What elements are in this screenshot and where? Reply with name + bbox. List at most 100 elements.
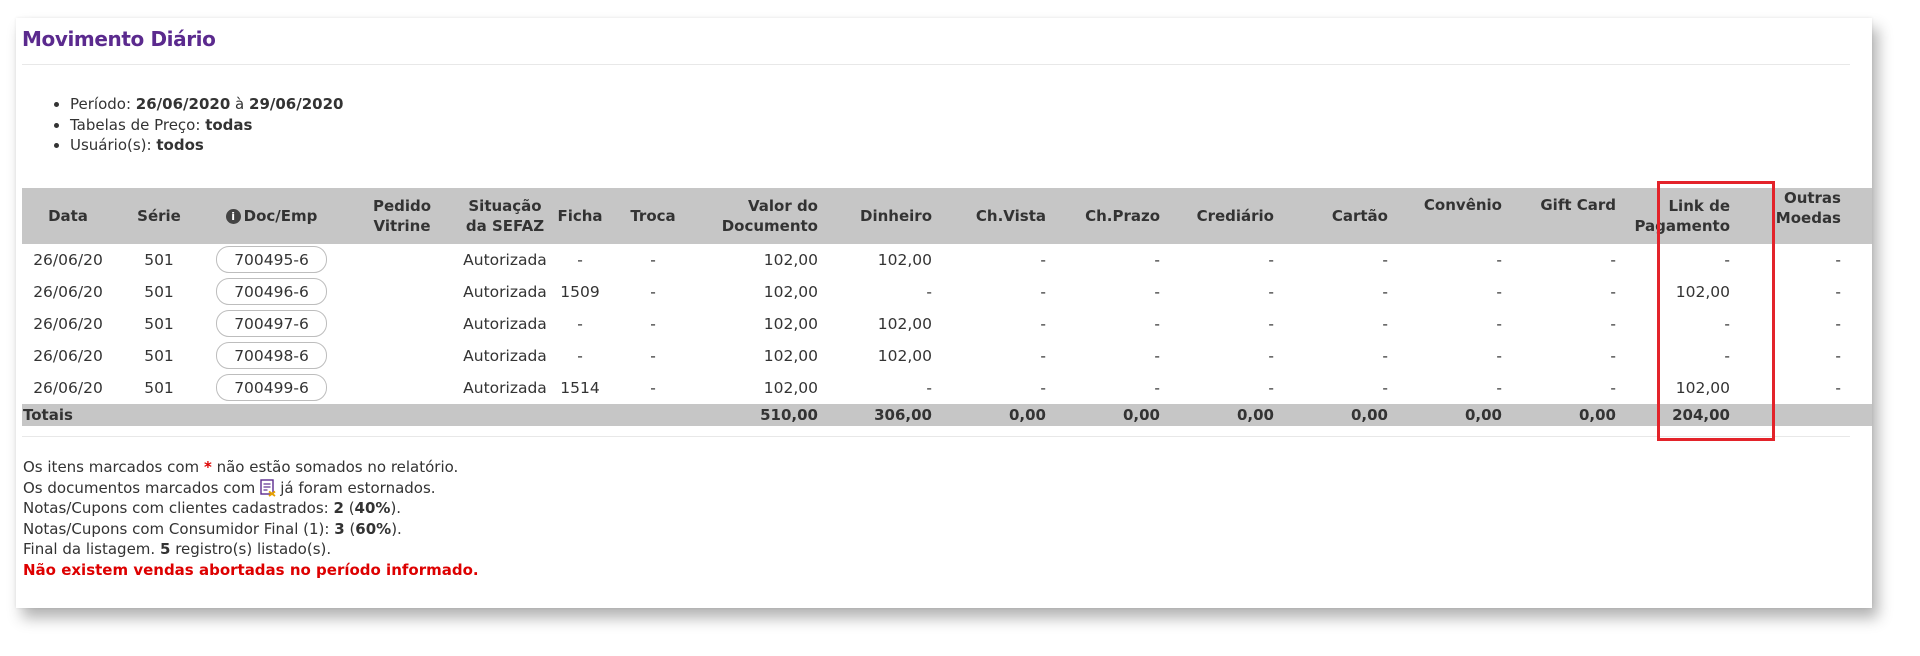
col-header-ch-vista[interactable]: Ch.Vista: [932, 188, 1046, 244]
cell-cartao: -: [1382, 251, 1388, 269]
table-row: 26/06/20 501 700498-6 Autorizada - - 102…: [22, 340, 1872, 372]
doc-link-button[interactable]: 700499-6: [216, 374, 327, 401]
usuarios-value: todos: [156, 136, 204, 154]
movement-table: Data Série i Doc/Emp Pedido Vitrine Situa…: [22, 188, 1872, 426]
total-ch-prazo: 0,00: [1122, 406, 1160, 424]
total-ch-vista: 0,00: [1008, 406, 1046, 424]
cell-ficha: -: [577, 315, 583, 333]
total-cartao: 0,00: [1350, 406, 1388, 424]
col-header-crediario[interactable]: Crediário: [1160, 188, 1274, 244]
cell-convenio: -: [1496, 379, 1502, 397]
cell-situacao: Autorizada: [463, 251, 547, 269]
total-crediario: 0,00: [1236, 406, 1274, 424]
cell-dinheiro: -: [926, 283, 932, 301]
cell-troca: -: [650, 283, 656, 301]
col-header-gift-card[interactable]: Gift Card: [1502, 188, 1616, 244]
note-not-summed: Os itens marcados com * não estão somado…: [23, 458, 459, 476]
cell-troca: -: [650, 347, 656, 365]
cell-data: 26/06/20: [33, 283, 103, 301]
cell-cartao: -: [1382, 379, 1388, 397]
col-header-ch-prazo[interactable]: Ch.Prazo: [1046, 188, 1160, 244]
cell-pedido: [344, 276, 460, 308]
cell-serie: 501: [144, 347, 174, 365]
cell-ficha: -: [577, 251, 583, 269]
cell-valor: 102,00: [763, 347, 818, 365]
cell-convenio: -: [1496, 251, 1502, 269]
note-final-consumer: Notas/Cupons com Consumidor Final (1): 3…: [23, 519, 402, 538]
col-header-situacao[interactable]: Situação da SEFAZ: [460, 188, 550, 244]
doc-link-button[interactable]: 700497-6: [216, 310, 327, 337]
cell-data: 26/06/20: [33, 315, 103, 333]
cell-dinheiro: -: [926, 379, 932, 397]
cell-troca: -: [650, 251, 656, 269]
cell-pedido: [344, 372, 460, 404]
col-header-dinheiro[interactable]: Dinheiro: [818, 188, 932, 244]
cell-ficha: 1514: [560, 379, 600, 397]
page-title: Movimento Diário: [22, 27, 216, 51]
col-header-troca[interactable]: Troca: [610, 188, 696, 244]
cell-troca: -: [650, 315, 656, 333]
cell-data: 26/06/20: [33, 347, 103, 365]
report-notes: Os itens marcados com * não estão somado…: [23, 457, 479, 580]
doc-link-button[interactable]: 700495-6: [216, 246, 327, 273]
table-header: Data Série i Doc/Emp Pedido Vitrine Situa…: [22, 188, 1872, 244]
cell-cartao: -: [1382, 283, 1388, 301]
cell-troca: -: [650, 379, 656, 397]
cell-crediario: -: [1268, 379, 1274, 397]
cell-situacao: Autorizada: [463, 379, 547, 397]
cell-ch-vista: -: [1040, 283, 1046, 301]
cell-gift-card: -: [1610, 347, 1616, 365]
doc-link-button[interactable]: 700496-6: [216, 278, 327, 305]
warning-no-aborted-sales: Não existem vendas abortadas no período …: [23, 560, 479, 579]
cell-ch-prazo: -: [1154, 283, 1160, 301]
cell-crediario: -: [1268, 315, 1274, 333]
col-header-cartao[interactable]: Cartão: [1274, 188, 1388, 244]
cell-dinheiro: 102,00: [877, 251, 932, 269]
cell-gift-card: -: [1610, 283, 1616, 301]
cell-gift-card: -: [1610, 251, 1616, 269]
cell-dinheiro: 102,00: [877, 347, 932, 365]
report-panel: Movimento Diário Período: 26/06/2020 à 2…: [16, 18, 1872, 608]
doc-link-button[interactable]: 700498-6: [216, 342, 327, 369]
note-reversed: Os documentos marcados com já foram estor…: [23, 478, 436, 497]
cell-ch-vista: -: [1040, 347, 1046, 365]
cell-ch-vista: -: [1040, 379, 1046, 397]
cell-convenio: -: [1496, 347, 1502, 365]
total-valor: 510,00: [760, 406, 818, 424]
cell-serie: 501: [144, 315, 174, 333]
cell-pedido: [344, 308, 460, 340]
col-header-data[interactable]: Data: [22, 188, 114, 244]
cell-ch-prazo: -: [1154, 379, 1160, 397]
table-row: 26/06/20 501 700497-6 Autorizada - - 102…: [22, 308, 1872, 340]
cell-valor: 102,00: [763, 379, 818, 397]
link-pagamento-highlight-box: [1657, 181, 1775, 441]
cell-crediario: -: [1268, 347, 1274, 365]
cell-situacao: Autorizada: [463, 315, 547, 333]
cell-dinheiro: 102,00: [877, 315, 932, 333]
col-header-pedido-vitrine[interactable]: Pedido Vitrine: [344, 188, 460, 244]
col-header-doc-emp[interactable]: i Doc/Emp: [216, 188, 327, 244]
document-reversed-icon: [260, 478, 276, 497]
cell-crediario: -: [1268, 251, 1274, 269]
filter-periodo: Período: 26/06/2020 à 29/06/2020: [70, 94, 343, 115]
info-icon[interactable]: i: [225, 208, 241, 224]
cell-serie: 501: [144, 251, 174, 269]
cell-data: 26/06/20: [33, 379, 103, 397]
cell-gift-card: -: [1610, 379, 1616, 397]
cell-ch-vista: -: [1040, 315, 1046, 333]
col-header-valor[interactable]: Valor do Documento: [696, 188, 818, 244]
cell-data: 26/06/20: [33, 251, 103, 269]
title-divider: [22, 64, 1850, 65]
cell-cartao: -: [1382, 315, 1388, 333]
cell-ficha: 1509: [560, 283, 600, 301]
col-header-serie[interactable]: Série: [114, 188, 204, 244]
periodo-end: 29/06/2020: [249, 95, 344, 113]
cell-crediario: -: [1268, 283, 1274, 301]
col-header-ficha[interactable]: Ficha: [550, 188, 610, 244]
cell-serie: 501: [144, 283, 174, 301]
cell-valor: 102,00: [763, 315, 818, 333]
cell-convenio: -: [1496, 315, 1502, 333]
cell-pedido: [344, 340, 460, 372]
cell-cartao: -: [1382, 347, 1388, 365]
col-header-convenio[interactable]: Convênio: [1388, 188, 1502, 244]
